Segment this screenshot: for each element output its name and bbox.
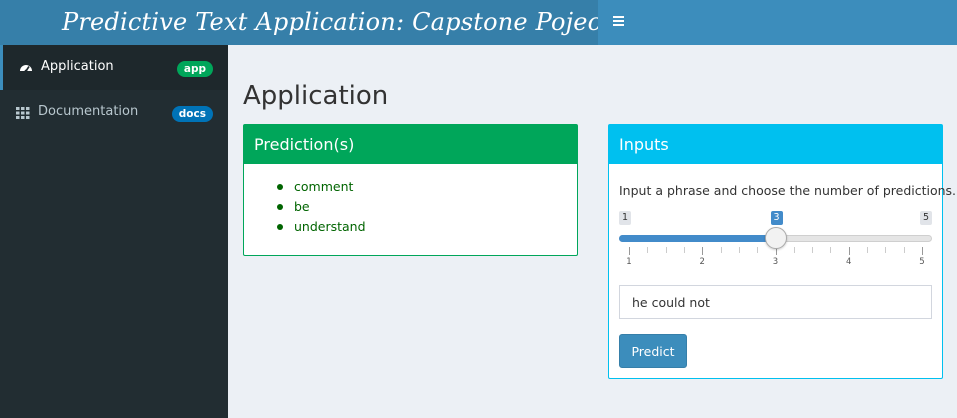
slider-handle[interactable] [764, 227, 787, 249]
predictions-box-title: Prediction(s) [244, 125, 577, 164]
list-item: be [277, 197, 366, 217]
list-item: comment [277, 177, 366, 197]
list-item: understand [277, 217, 366, 237]
main-content: Application Prediction(s) comment be und… [228, 45, 957, 418]
inputs-box-title: Inputs [609, 125, 942, 164]
slider-tick [702, 247, 704, 255]
docs-badge: docs [171, 106, 213, 122]
predictions-box: Prediction(s) comment be understand [243, 124, 578, 256]
app-logo-title: Predictive Text Application: Capstone Po… [0, 0, 598, 45]
slider-min-label: 1 [619, 211, 632, 225]
slider-tick-label: 5 [919, 257, 925, 267]
help-text: Input a phrase and choose the number of … [619, 183, 957, 198]
slider-tick-label: 1 [626, 257, 632, 267]
predict-button[interactable]: Predict [619, 334, 687, 368]
slider-tick-label: 4 [846, 257, 852, 267]
sidebar-item-label: Application [41, 59, 114, 74]
slider-tick [812, 247, 814, 253]
page-title: Application [243, 81, 389, 111]
prediction-text: understand [294, 219, 366, 234]
slider-tick [683, 247, 685, 253]
top-navbar [598, 0, 957, 45]
slider-max-label: 5 [919, 211, 932, 225]
app-badge: app [176, 61, 213, 77]
slider-tick [848, 247, 850, 255]
slider-tick [647, 247, 649, 253]
phrase-input[interactable] [619, 285, 932, 319]
bullet-icon [277, 204, 283, 210]
sidebar-item-documentation[interactable]: Documentation docs [0, 90, 228, 135]
dashboard-icon [20, 65, 32, 73]
slider-tick [720, 247, 722, 253]
prediction-text: be [294, 199, 310, 214]
slider-tick [867, 247, 869, 253]
prediction-list: comment be understand [277, 177, 366, 237]
inputs-box: Inputs Input a phrase and choose the num… [608, 124, 956, 379]
slider-tick [757, 247, 759, 253]
hamburger-icon[interactable] [610, 11, 628, 33]
slider-bar [619, 235, 776, 242]
slider-tick-label: 3 [772, 257, 779, 267]
prediction-text: comment [294, 179, 354, 194]
slider-tick [738, 247, 740, 253]
slider-tick [885, 247, 887, 253]
th-grid-icon [16, 107, 30, 119]
sidebar: Application app Documentation docs [0, 45, 228, 418]
predictions-slider[interactable]: 1 3 5 1 2 3 4 5 [619, 211, 932, 271]
slider-tick [629, 247, 630, 255]
slider-tick [830, 247, 832, 253]
slider-tick [922, 247, 923, 255]
slider-tick-label: 2 [699, 257, 705, 267]
slider-tick [665, 247, 667, 253]
slider-value-label: 3 [770, 211, 783, 225]
bullet-icon [277, 224, 283, 230]
sidebar-item-application[interactable]: Application app [0, 45, 228, 90]
slider-tick [903, 247, 905, 253]
slider-tick [793, 247, 795, 253]
sidebar-item-label: Documentation [38, 104, 139, 119]
bullet-icon [277, 184, 283, 190]
